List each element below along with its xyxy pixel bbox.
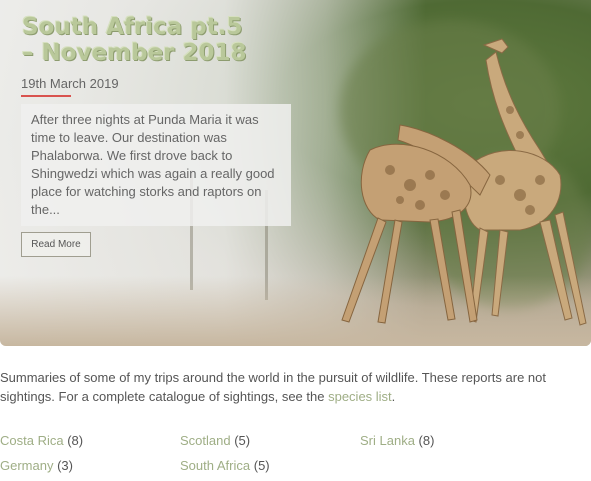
category-count: (8) (67, 433, 84, 448)
intro-text-end: . (391, 389, 396, 404)
category-item: South Africa (5) (180, 458, 270, 473)
category-count: (5) (253, 458, 270, 473)
category-link-costa-rica[interactable]: Costa Rica (0, 433, 64, 448)
category-link-sri-lanka[interactable]: Sri Lanka (360, 433, 415, 448)
category-item: Sri Lanka (8) (360, 433, 434, 448)
read-more-button[interactable]: Read More (21, 232, 91, 257)
featured-post-hero: South Africa pt.5 – November 2018 19th M… (0, 0, 591, 346)
category-count: (5) (234, 433, 251, 448)
date-underline (21, 95, 71, 97)
species-list-link[interactable]: species list (328, 389, 392, 404)
intro-paragraph: Summaries of some of my trips around the… (0, 368, 591, 406)
category-item: Costa Rica (8) (0, 433, 83, 448)
post-date: 19th March 2019 (21, 76, 119, 91)
category-link-south-africa[interactable]: South Africa (180, 458, 250, 473)
post-title[interactable]: South Africa pt.5 – November 2018 (22, 14, 262, 66)
category-item: Scotland (5) (180, 433, 250, 448)
intro-text-line1: Summaries of some of my trips around the… (0, 370, 547, 385)
post-excerpt-box: After three nights at Punda Maria it was… (21, 104, 291, 226)
category-link-germany[interactable]: Germany (0, 458, 53, 473)
category-link-scotland[interactable]: Scotland (180, 433, 231, 448)
category-item: Germany (3) (0, 458, 73, 473)
post-excerpt: After three nights at Punda Maria it was… (31, 112, 275, 217)
category-count: (3) (57, 458, 73, 473)
intro-text-line2: sightings. For a complete catalogue of s… (0, 389, 329, 404)
category-count: (8) (418, 433, 435, 448)
